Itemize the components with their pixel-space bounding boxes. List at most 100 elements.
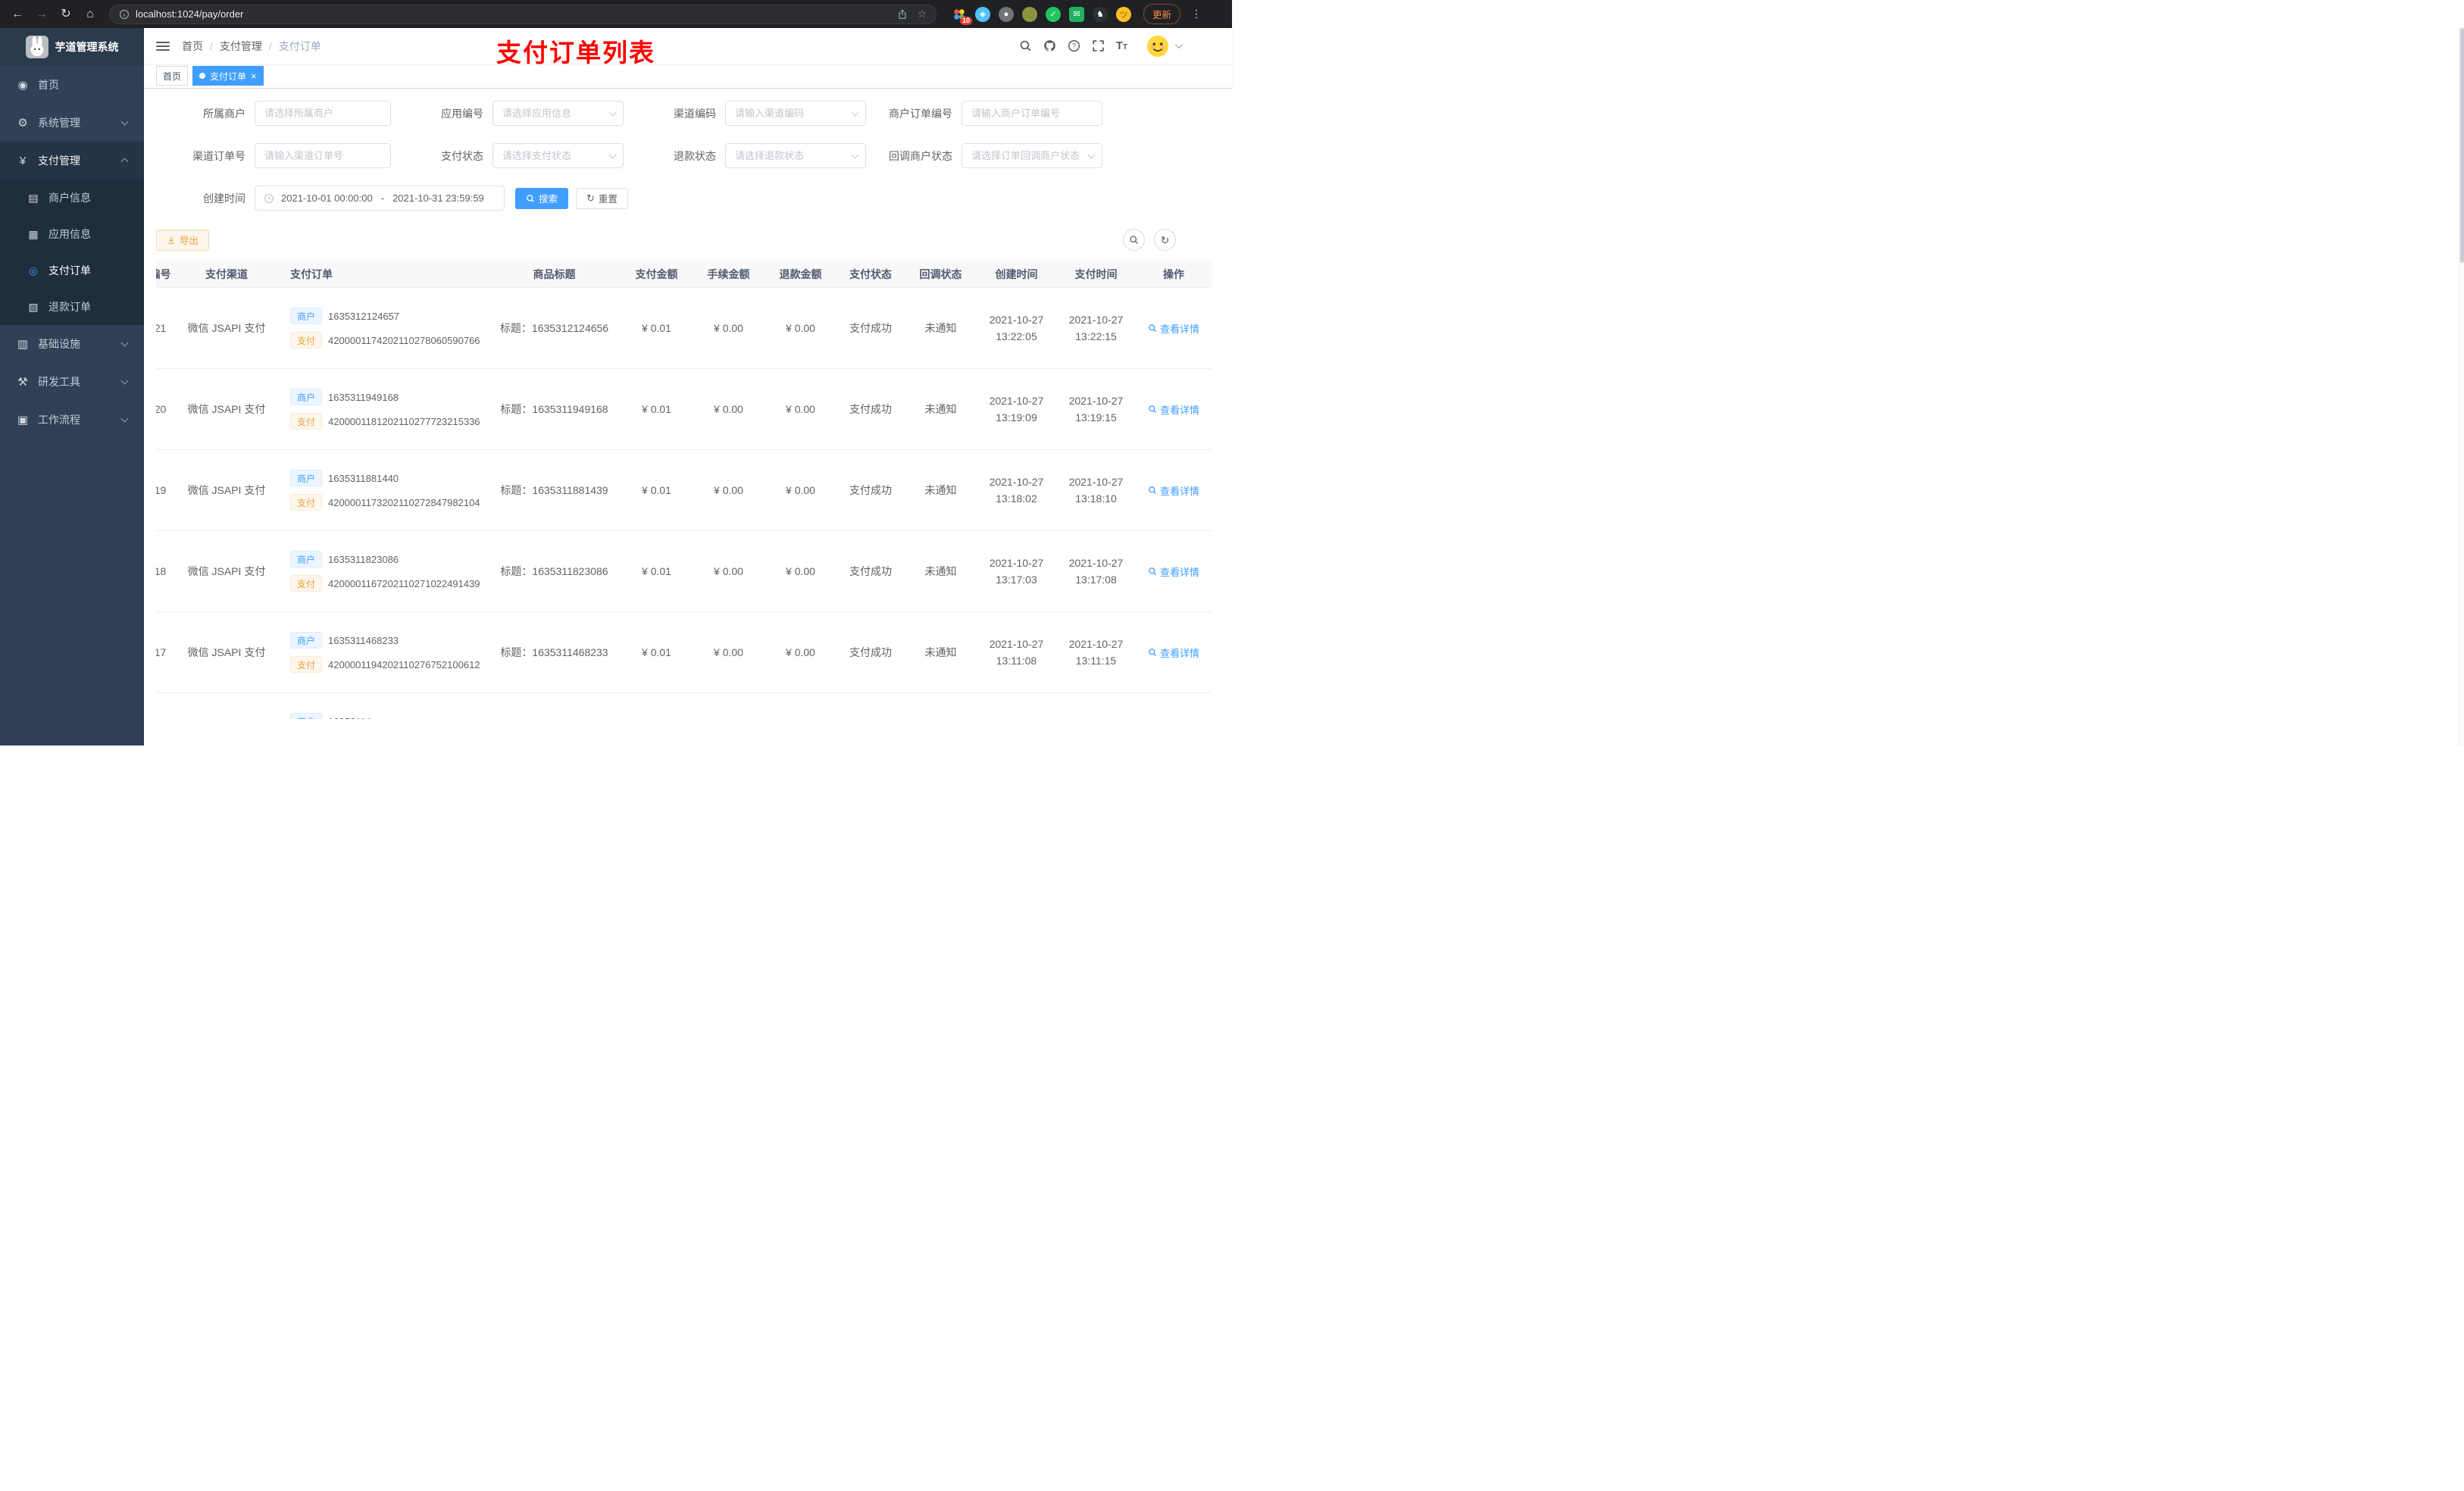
tab-pay-order[interactable]: 支付订单 × [192, 66, 264, 86]
logo[interactable]: 芋道管理系统 [0, 28, 144, 66]
create-time: 2021-10-27 13:18:02 [989, 476, 1044, 505]
toolbar-right: ↻ [1123, 229, 1176, 251]
tab-label: 支付订单 [210, 70, 247, 82]
annotation-title: 支付订单列表 [496, 39, 655, 67]
create-time-range-picker[interactable]: 2021-10-01 00:00:00 - 2021-10-31 23:59:5… [255, 186, 505, 211]
date-start[interactable]: 2021-10-01 00:00:00 [281, 192, 373, 204]
table-row[interactable]: 20 微信 JSAPI 支付 商户 1635311949168 支付 42000… [156, 369, 1212, 450]
sidebar-item-refund-order[interactable]: ▧ 退款订单 [0, 289, 144, 325]
notify-status-input[interactable] [962, 143, 1102, 168]
refund-amount: ¥ 0.00 [786, 565, 815, 577]
toggle-search-button[interactable] [1123, 229, 1145, 251]
table-row[interactable]: 19 微信 JSAPI 支付 商户 1635311881440 支付 42000… [156, 450, 1212, 531]
export-button[interactable]: 导出 [156, 229, 210, 251]
filter-label: 退款状态 [674, 149, 716, 162]
sidebar-item-payment[interactable]: ¥ 支付管理 [0, 142, 144, 180]
url-text[interactable]: localhost:1024/pay/order [136, 8, 891, 20]
pay-tag: 支付 [290, 575, 323, 592]
chevron-down-icon[interactable] [1174, 41, 1183, 49]
browser-menu-icon[interactable]: ⋮ [1191, 8, 1202, 20]
pay-status-input[interactable] [492, 143, 624, 168]
table-header: 编号 支付渠道 支付订单 商品标题 支付金额 手续金额 退款金额 支付状态 回调… [156, 261, 1212, 288]
close-icon[interactable]: × [251, 71, 257, 81]
sidebar-item-label: 应用信息 [48, 228, 91, 240]
view-detail-label: 查看详情 [1159, 485, 1199, 497]
info-icon[interactable] [119, 9, 130, 20]
view-detail-link[interactable]: 查看详情 [1148, 483, 1199, 498]
channel-code-input[interactable] [725, 101, 866, 126]
reset-button-label: 重置 [598, 194, 618, 205]
sidebar-item-merchant-info[interactable]: ▤ 商户信息 [0, 180, 144, 216]
sidebar-item-devtools[interactable]: ⚒ 研发工具 [0, 363, 144, 401]
merchant-order-no: 1635311468233 [328, 634, 399, 646]
address-bar[interactable]: localhost:1024/pay/order ☆ [109, 4, 937, 24]
channel-order-no-input[interactable] [255, 143, 391, 168]
update-button[interactable]: 更新 [1143, 4, 1181, 24]
ext-colorful-icon[interactable]: 10 [952, 7, 972, 25]
reset-button[interactable]: ↻ 重置 [576, 187, 628, 209]
fullscreen-icon[interactable] [1092, 39, 1105, 52]
date-end[interactable]: 2021-10-31 23:59:59 [392, 192, 484, 204]
active-dot [199, 73, 206, 79]
sidebar-item-label: 商户信息 [48, 192, 91, 204]
breadcrumb-item-home[interactable]: 首页 [182, 39, 203, 54]
user-avatar[interactable] [1146, 35, 1183, 58]
table-row[interactable]: 21 微信 JSAPI 支付 商户 1635312124657 支付 42000… [156, 288, 1212, 369]
sidebar-item-home[interactable]: ◉ 首页 [0, 66, 144, 104]
table-row[interactable]: 商户 16353114 支付 查看详情 [156, 693, 1212, 719]
ext-emoji-icon[interactable]: ツ [1116, 6, 1131, 22]
refund-status-input[interactable] [725, 143, 866, 168]
ext-olive-icon[interactable] [1022, 6, 1037, 22]
share-icon[interactable] [897, 8, 908, 20]
order-id: 21 [156, 322, 167, 334]
home-icon[interactable]: ⌂ [80, 5, 100, 24]
help-icon[interactable]: ? [1068, 39, 1080, 52]
fee-amount: ¥ 0.00 [714, 403, 743, 415]
view-detail-link[interactable]: 查看详情 [1148, 402, 1199, 417]
menu-fold-icon[interactable] [156, 41, 170, 51]
refresh-table-button[interactable]: ↻ [1154, 229, 1176, 251]
yen-icon: ¥ [19, 154, 27, 167]
pay-tag: 支付 [290, 656, 323, 673]
app-input[interactable] [492, 101, 624, 126]
sidebar-item-workflow[interactable]: ▣ 工作流程 [0, 401, 144, 439]
bookmark-star-icon[interactable]: ☆ [917, 8, 927, 20]
github-icon[interactable] [1043, 39, 1056, 52]
pay-tag: 支付 [290, 494, 323, 511]
sidebar-item-app-info[interactable]: ▦ 应用信息 [0, 216, 144, 252]
search-icon[interactable] [1019, 39, 1032, 52]
breadcrumb-item-payment[interactable]: 支付管理 [220, 39, 262, 54]
forward-icon[interactable]: → [32, 5, 52, 24]
page-scrollbar[interactable] [2459, 28, 2464, 746]
sidebar-item-infra[interactable]: ▥ 基础设施 [0, 325, 144, 363]
ext-dark-icon[interactable]: ♞ [1093, 6, 1108, 22]
back-icon[interactable]: ← [8, 5, 27, 24]
ext-check-icon[interactable]: ✓ [1046, 6, 1061, 22]
col-header-id: 编号 [156, 267, 171, 280]
ext-gray-icon[interactable]: ● [999, 6, 1014, 22]
filter-label: 创建时间 [203, 192, 245, 205]
sidebar-item-label: 基础设施 [38, 338, 80, 350]
tab-label: 首页 [163, 70, 182, 82]
tab-home[interactable]: 首页 [156, 66, 189, 86]
payment-submenu: ▤ 商户信息 ▦ 应用信息 ◎ 支付订单 ▧ 退款订单 [0, 180, 144, 325]
scrollbar-thumb[interactable] [2460, 28, 2464, 263]
view-detail-link[interactable]: 查看详情 [1148, 321, 1199, 336]
table-row[interactable]: 18 微信 JSAPI 支付 商户 1635311823086 支付 42000… [156, 531, 1212, 612]
merchant-input[interactable] [255, 101, 391, 126]
font-size-icon[interactable]: TT [1116, 39, 1127, 52]
chevron-down-icon [120, 117, 129, 126]
sidebar-item-pay-order[interactable]: ◎ 支付订单 [0, 252, 144, 289]
search-button[interactable]: 搜索 [515, 187, 569, 209]
sidebar-item-system[interactable]: ⚙ 系统管理 [0, 104, 144, 142]
reload-icon[interactable]: ↻ [56, 5, 76, 24]
channel-order-no-field [255, 143, 391, 168]
merchant-order-no-input[interactable] [962, 101, 1102, 126]
ext-blue-icon[interactable]: ◈ [975, 6, 990, 22]
view-detail-link[interactable]: 查看详情 [1148, 645, 1199, 660]
ext-chat-icon[interactable]: ✉ [1069, 6, 1084, 22]
view-detail-link[interactable]: 查看详情 [1148, 564, 1199, 579]
table-row[interactable]: 17 微信 JSAPI 支付 商户 1635311468233 支付 42000… [156, 612, 1212, 693]
pay-order-no: 4200001194202110276752100612 [328, 658, 480, 670]
search-icon [1149, 486, 1156, 494]
